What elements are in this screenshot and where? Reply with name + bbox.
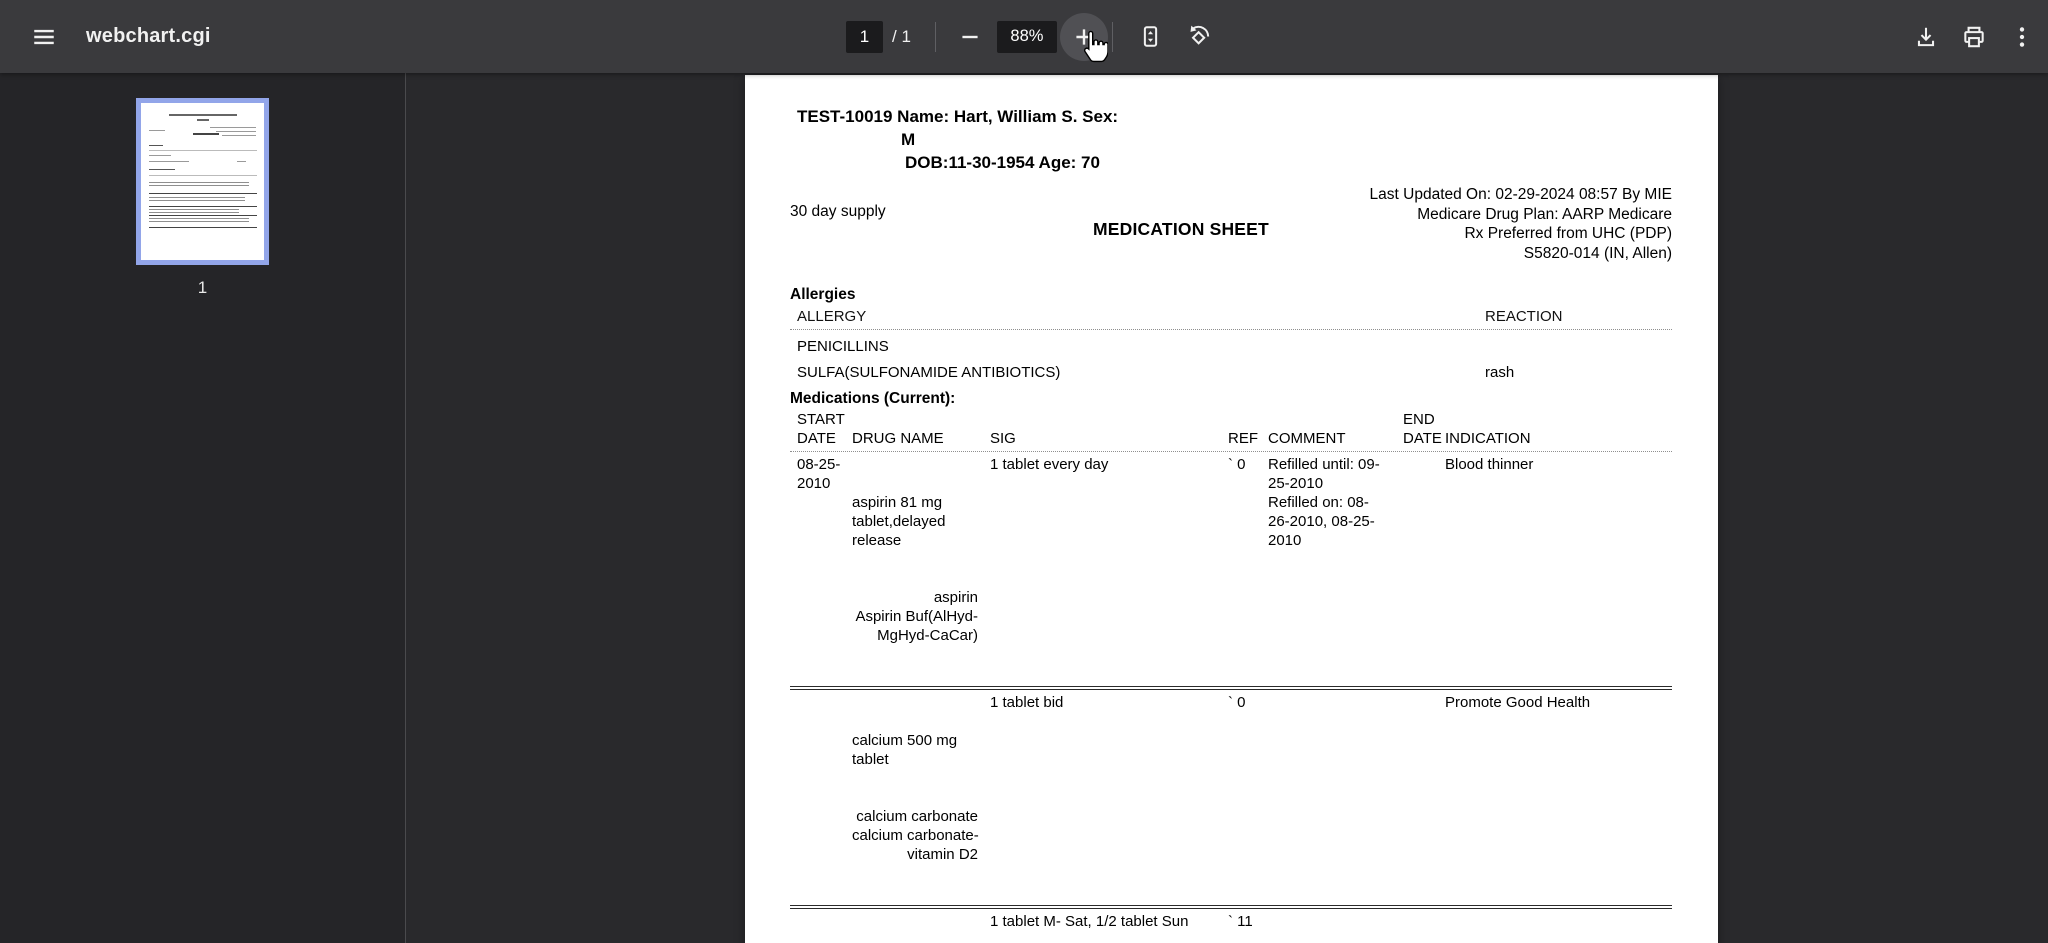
med-drug-name: calcium 500 mg tablet calcium carbonate … xyxy=(852,693,990,902)
patient-header-line3: DOB:11-30-1954 Age: 70 xyxy=(905,153,1100,172)
fit-page-button[interactable] xyxy=(1127,13,1175,61)
med-ref-count: ` 11 xyxy=(1228,913,1253,930)
med-end-date xyxy=(1403,912,1445,943)
allergy-name: PENICILLINS xyxy=(797,338,889,355)
sig-column-header: SIG xyxy=(990,429,1016,447)
ref-column-header: REF xyxy=(1228,429,1258,447)
med-ref-count: ` 0 xyxy=(1228,694,1246,711)
hamburger-icon xyxy=(31,24,57,50)
rotate-button[interactable] xyxy=(1175,13,1223,61)
page-total-label: / 1 xyxy=(892,26,911,46)
med-start-date: 08-25- 2010 xyxy=(797,456,841,492)
allergy-reaction xyxy=(1485,338,1672,356)
three-dot-menu-icon xyxy=(2009,24,2035,50)
allergies-heading: Allergies xyxy=(790,286,856,303)
thumbnail-page-number: 1 xyxy=(197,278,208,297)
toolbar-divider xyxy=(934,21,936,52)
more-options-button[interactable] xyxy=(1998,13,2046,61)
fit-to-page-icon xyxy=(1137,23,1164,50)
allergy-reaction: rash xyxy=(1485,364,1515,381)
comment-column-header: COMMENT xyxy=(1268,429,1346,447)
last-updated-meta: Last Updated On: 02-29-2024 08:57 By MIE… xyxy=(1369,186,1672,262)
allergy-column-header: ALLERGY xyxy=(797,308,867,325)
allergies-header-row: ALLERGY REACTION xyxy=(790,308,1672,330)
start-date-column-header: START DATE xyxy=(797,411,845,447)
allergy-name: SULFA(SULFONAMIDE ANTIBIOTICS) xyxy=(797,364,1061,381)
medication-row: calcium 500 mg tablet calcium carbonate … xyxy=(790,690,1672,909)
med-end-date xyxy=(1403,693,1445,902)
med-drug-name: aspirin 81 mg tablet,delayed release asp… xyxy=(852,455,990,683)
med-drug-primary-name: calcium 500 mg tablet xyxy=(852,732,958,768)
med-sig: 1 tablet bid xyxy=(990,694,1064,711)
zoom-in-button[interactable] xyxy=(1059,12,1108,61)
minus-icon xyxy=(957,24,983,50)
sheet-title: MEDICATION SHEET xyxy=(1093,219,1269,239)
patient-header-line1: TEST-10019 Name: Hart, William S. Sex: xyxy=(797,107,1119,126)
med-start-date xyxy=(797,693,852,902)
toolbar-divider xyxy=(1111,21,1113,52)
toolbar-right-controls xyxy=(1902,0,2046,73)
document-title: webchart.cgi xyxy=(86,25,211,47)
pdf-viewer-area[interactable]: TEST-10019 Name: Hart, William S. Sex: M… xyxy=(407,73,2048,943)
medication-row: Coumadin 5 mg tablet warfarin 1 tablet M… xyxy=(790,909,1672,943)
med-comment xyxy=(1268,912,1403,943)
reaction-column-header: REACTION xyxy=(1485,308,1563,325)
medications-heading: Medications (Current): xyxy=(790,390,956,407)
page-thumbnail[interactable] xyxy=(136,98,269,265)
allergies-section: Allergies ALLERGY REACTION PENICILLINS S… xyxy=(790,286,1672,382)
document-page: TEST-10019 Name: Hart, William S. Sex: M… xyxy=(745,75,1718,943)
med-indication xyxy=(1445,912,1672,943)
patient-header-line2: M xyxy=(901,130,916,149)
end-date-column-header: END DATE xyxy=(1403,411,1442,447)
toolbar-center-controls: / 1 88% xyxy=(846,0,1223,73)
zoom-out-button[interactable] xyxy=(946,13,994,61)
medication-row: 08-25- 2010 aspirin 81 mg tablet,delayed… xyxy=(790,452,1672,690)
menu-button[interactable] xyxy=(20,13,68,61)
print-button[interactable] xyxy=(1950,13,1998,61)
page-number-input[interactable] xyxy=(846,20,883,53)
med-indication: Blood thinner xyxy=(1445,456,1534,473)
med-drug-alt-names: calcium carbonate calcium carbonate- vit… xyxy=(852,808,979,863)
med-end-date xyxy=(1403,455,1445,683)
rotate-counterclockwise-icon xyxy=(1185,23,1212,50)
indication-column-header: INDICATION xyxy=(1445,429,1531,447)
medications-section: Medications (Current): START DATE DRUG N… xyxy=(790,390,1672,943)
thumbnail-sidebar: 1 xyxy=(0,73,406,943)
med-drug-primary-name: aspirin 81 mg tablet,delayed release xyxy=(852,494,946,549)
supply-note: 30 day supply xyxy=(790,203,886,220)
med-sig: 1 tablet M- Sat, 1/2 tablet Sun xyxy=(990,913,1189,930)
printer-icon xyxy=(1961,24,1987,50)
med-comment xyxy=(1268,693,1403,902)
allergy-row: SULFA(SULFONAMIDE ANTIBIOTICS) rash xyxy=(790,356,1672,382)
med-drug-name: Coumadin 5 mg tablet warfarin xyxy=(852,912,990,943)
zoom-level[interactable]: 88% xyxy=(996,20,1057,53)
pdf-toolbar: webchart.cgi / 1 88% xyxy=(0,0,2048,73)
med-drug-alt-names: aspirin Aspirin Buf(AlHyd- MgHyd-CaCar) xyxy=(855,589,978,644)
med-indication: Promote Good Health xyxy=(1445,694,1591,711)
med-comment: Refilled until: 09- 25-2010 Refilled on:… xyxy=(1268,456,1380,549)
med-sig: 1 tablet every day xyxy=(990,456,1109,473)
medications-header-row: START DATE DRUG NAME SIG REF COMMENT END… xyxy=(790,411,1672,452)
drug-name-column-header: DRUG NAME xyxy=(852,429,944,447)
med-start-date xyxy=(797,912,852,943)
med-ref-count: ` 0 xyxy=(1228,456,1246,473)
download-button[interactable] xyxy=(1902,13,1950,61)
allergy-row: PENICILLINS xyxy=(790,330,1672,356)
plus-icon xyxy=(1071,24,1097,50)
download-icon xyxy=(1913,24,1939,50)
